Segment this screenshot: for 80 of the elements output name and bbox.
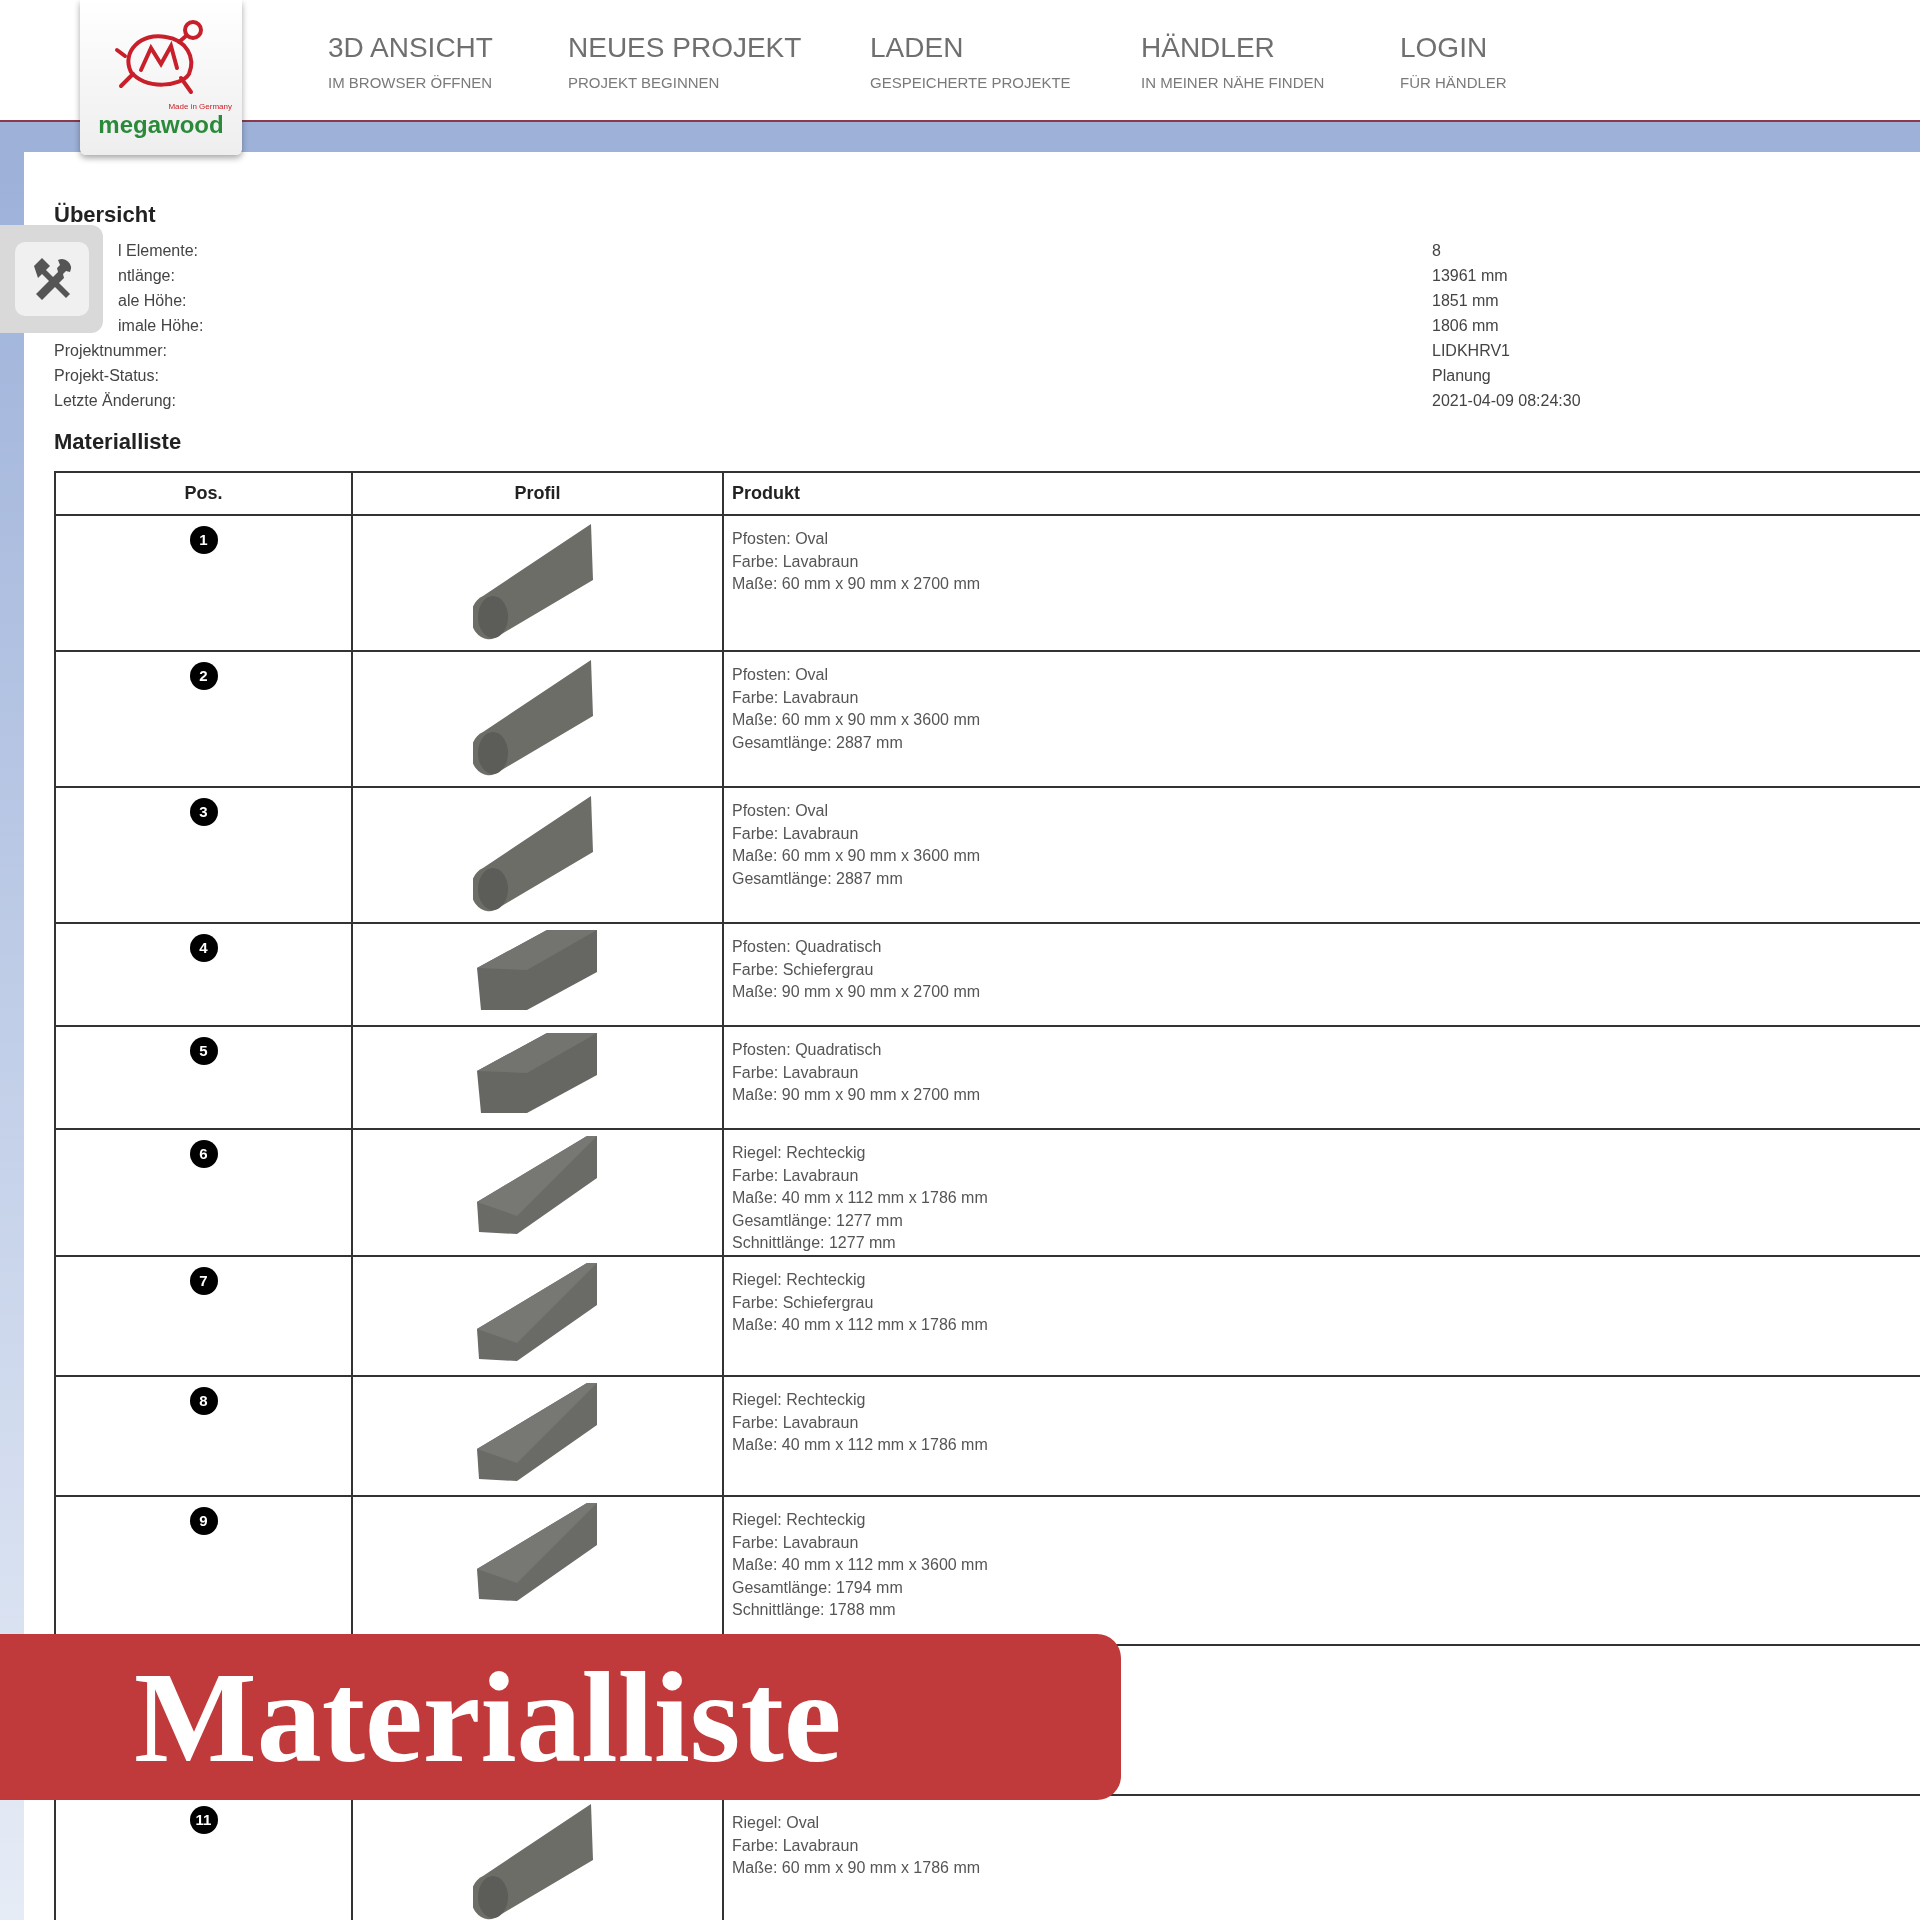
product-detail: Maße: 40 mm x 112 mm x 1786 mm [732, 1435, 989, 1455]
product-detail: Maße: 60 mm x 90 mm x 2700 mm [732, 574, 982, 594]
nav-link[interactable]: LADEN GESPEICHERTE PROJEKTE [870, 0, 1141, 95]
overview-value: 8 [1432, 241, 1441, 261]
title-banner: Materialliste [0, 1634, 1121, 1800]
flat-beam-icon [476, 1263, 599, 1363]
product-detail: Gesamtlänge: 2887 mm [732, 868, 904, 889]
product-detail: Gesamtlänge: 1277 mm [732, 1210, 904, 1231]
nav-link[interactable]: LOGIN FÜR HÄNDLER [1400, 0, 1600, 95]
column-header: Profil [352, 472, 723, 515]
square-beam-icon [476, 930, 599, 1010]
position-badge: 3 [189, 798, 218, 826]
overview-value: 13961 mm [1432, 266, 1508, 286]
product-detail: Riegel: Oval [732, 1813, 821, 1833]
overview-label: ntlänge: [117, 266, 176, 286]
product-detail: Riegel: Rechteckig [732, 1270, 867, 1290]
overview-value: 1806 mm [1432, 316, 1499, 336]
logo-wordmark: megawood [98, 111, 224, 139]
product-detail: Maße: 40 mm x 112 mm x 1786 mm [732, 1315, 989, 1335]
overview-value: LIDKHRV1 [1432, 341, 1510, 361]
overview-label: Letzte Änderung: [54, 391, 177, 411]
product-detail: Pfosten: Oval [732, 529, 830, 549]
product-detail: Schnittlänge: 1277 mm [732, 1233, 897, 1253]
overview-label: Projektnummer: [54, 341, 168, 361]
product-detail: Pfosten: Oval [732, 665, 830, 685]
product-detail: Farbe: Lavabraun [732, 1532, 860, 1553]
position-badge: 1 [189, 526, 218, 554]
overview-value: Planung [1432, 366, 1491, 386]
product-detail: Riegel: Rechteckig [732, 1510, 867, 1530]
product-detail: Maße: 60 mm x 90 mm x 3600 mm [732, 710, 982, 730]
position-badge: 6 [189, 1140, 218, 1168]
product-detail: Maße: 40 mm x 112 mm x 1786 mm [732, 1188, 989, 1208]
overview-label: imale Höhe: [117, 316, 205, 336]
nav-link[interactable]: NEUES PROJEKT PROJEKT BEGINNEN [568, 0, 870, 95]
product-detail: Pfosten: Quadratisch [732, 937, 883, 957]
product-detail: Farbe: Lavabraun [732, 1062, 860, 1083]
position-badge: 5 [189, 1037, 218, 1065]
product-detail: Maße: 90 mm x 90 mm x 2700 mm [732, 1085, 982, 1105]
product-detail: Farbe: Lavabraun [732, 687, 860, 708]
position-badge: 11 [189, 1806, 218, 1834]
logo-tagline: Made in Germany [168, 102, 232, 111]
position-badge: 9 [189, 1507, 218, 1535]
column-header: Produkt [723, 472, 1920, 515]
position-badge: 4 [189, 934, 218, 962]
overview-label: ale Höhe: [117, 291, 188, 311]
flat-beam-icon [476, 1503, 599, 1603]
overview-label: l Elemente: [117, 241, 200, 261]
product-detail: Farbe: Lavabraun [732, 1835, 860, 1856]
section-title: Materialliste [54, 428, 183, 456]
product-detail: Pfosten: Quadratisch [732, 1040, 883, 1060]
product-detail: Farbe: Lavabraun [732, 1412, 860, 1433]
product-detail: Farbe: Lavabraun [732, 823, 860, 844]
position-badge: 2 [189, 662, 218, 690]
product-detail: Maße: 60 mm x 90 mm x 3600 mm [732, 846, 982, 866]
product-detail: Farbe: Schiefergrau [732, 1292, 875, 1313]
square-beam-icon [476, 1033, 599, 1113]
product-detail: Farbe: Lavabraun [732, 1165, 860, 1186]
product-detail: Schnittlänge: 1788 mm [732, 1600, 897, 1620]
flat-beam-icon [476, 1136, 599, 1236]
product-detail: Farbe: Lavabraun [732, 551, 860, 572]
overview-value: 1851 mm [1432, 291, 1499, 311]
tools-button[interactable] [0, 225, 103, 333]
product-detail: Maße: 40 mm x 112 mm x 3600 mm [732, 1555, 989, 1575]
section-title: Übersicht [54, 201, 157, 229]
position-badge: 7 [189, 1267, 218, 1295]
product-detail: Maße: 90 mm x 90 mm x 2700 mm [732, 982, 982, 1002]
flat-beam-icon [476, 1383, 599, 1483]
product-detail: Maße: 60 mm x 90 mm x 1786 mm [732, 1858, 982, 1878]
position-badge: 8 [189, 1387, 218, 1415]
column-header: Pos. [55, 472, 352, 515]
nav-link[interactable]: HÄNDLER IN MEINER NÄHE FINDEN [1141, 0, 1400, 95]
product-detail: Gesamtlänge: 2887 mm [732, 732, 904, 753]
nav-link[interactable]: 3D ANSICHT IM BROWSER ÖFFNEN [328, 0, 568, 95]
product-detail: Pfosten: Oval [732, 801, 830, 821]
overview-value: 2021-04-09 08:24:30 [1432, 391, 1581, 411]
overview-label: Projekt-Status: [54, 366, 160, 386]
product-detail: Riegel: Rechteckig [732, 1390, 867, 1410]
product-detail: Gesamtlänge: 1794 mm [732, 1577, 904, 1598]
product-detail: Farbe: Schiefergrau [732, 959, 875, 980]
product-detail: Riegel: Rechteckig [732, 1143, 867, 1163]
